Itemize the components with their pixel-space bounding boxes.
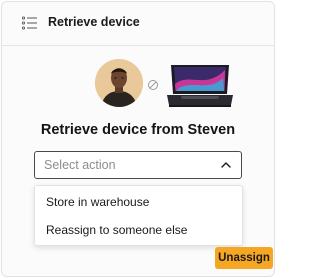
page-title: Retrieve device from Steven xyxy=(40,122,236,138)
select-placeholder: Select action xyxy=(44,158,116,172)
unlink-icon xyxy=(148,80,158,90)
retrieve-device-card: Retrieve device Retrieve device from Ste… xyxy=(1,1,275,277)
option-reassign[interactable]: Reassign to someone else xyxy=(46,223,187,237)
laptop-icon xyxy=(167,65,233,107)
action-dropdown-menu: Store in warehouse Reassign to someone e… xyxy=(34,185,243,246)
device-illustration xyxy=(2,59,274,113)
card-header: Retrieve device xyxy=(2,2,274,46)
list-icon xyxy=(22,16,37,30)
card-title: Retrieve device xyxy=(48,15,140,29)
action-select[interactable]: Select action xyxy=(34,151,242,179)
option-store-in-warehouse[interactable]: Store in warehouse xyxy=(46,195,149,209)
unassign-button[interactable]: Unassign xyxy=(215,247,273,269)
chevron-up-icon[interactable] xyxy=(221,161,231,169)
person-avatar xyxy=(95,59,143,107)
